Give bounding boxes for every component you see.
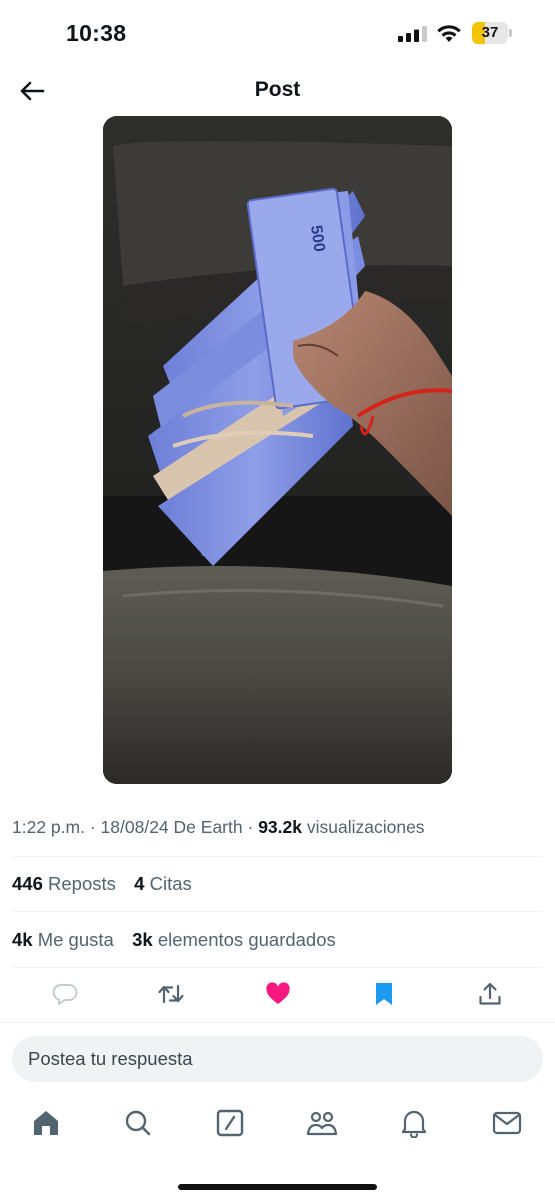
cellular-signal-icon — [398, 26, 427, 42]
tab-notifications[interactable] — [397, 1106, 431, 1140]
reply-placeholder: Postea tu respuesta — [28, 1048, 193, 1069]
meta-separator: · — [247, 817, 259, 837]
divider — [12, 911, 543, 912]
tab-search[interactable] — [121, 1106, 155, 1140]
battery-level: 37 — [481, 24, 499, 41]
post-image[interactable]: 500 — [103, 116, 452, 784]
bookmarks-stat[interactable]: 3k elementos guardados — [132, 929, 336, 950]
post-source: De Earth — [173, 817, 243, 837]
divider — [0, 1022, 555, 1023]
tab-grok[interactable] — [213, 1106, 247, 1140]
reply-input[interactable]: Postea tu respuesta — [12, 1036, 543, 1082]
tab-messages[interactable] — [490, 1106, 524, 1140]
battery-indicator: 37 — [472, 22, 512, 44]
divider — [12, 856, 543, 857]
reply-icon — [52, 984, 78, 1005]
post-photo: 500 — [103, 116, 452, 784]
reposts-stat[interactable]: 446 Reposts — [12, 873, 116, 894]
share-button[interactable] — [475, 980, 505, 1008]
status-bar: 10:38 37 — [0, 0, 555, 66]
heart-icon — [266, 982, 290, 1004]
views-count: 93.2k — [258, 817, 302, 837]
tab-communities[interactable] — [305, 1106, 339, 1140]
notifications-icon — [401, 1110, 427, 1138]
post-time: 1:22 p.m. — [12, 817, 85, 837]
bookmark-button[interactable] — [369, 980, 399, 1008]
likes-row: 4k Me gusta 3k elementos guardados — [12, 929, 336, 951]
reposts-label: Reposts — [48, 873, 116, 894]
wifi-icon — [437, 25, 461, 42]
post-actions — [0, 968, 555, 1020]
home-icon — [34, 1111, 58, 1135]
tab-home[interactable] — [29, 1106, 63, 1140]
communities-icon — [306, 1111, 338, 1136]
back-button[interactable] — [16, 76, 48, 106]
likes-stat[interactable]: 4k Me gusta — [12, 929, 114, 950]
post-date: 18/08/24 — [100, 817, 169, 837]
reply-button[interactable] — [50, 980, 80, 1008]
search-icon — [125, 1110, 151, 1136]
like-button[interactable] — [263, 980, 293, 1008]
views-label[interactable]: visualizaciones — [307, 817, 425, 837]
home-indicator[interactable] — [178, 1184, 377, 1190]
likes-label: Me gusta — [37, 929, 114, 950]
messages-icon — [492, 1111, 522, 1135]
repost-button[interactable] — [156, 980, 186, 1008]
reposts-count: 446 — [12, 873, 43, 894]
bottom-tab-bar — [0, 1094, 555, 1154]
page-title: Post — [254, 78, 301, 101]
share-icon — [479, 982, 501, 1005]
meta-separator: · — [89, 817, 101, 837]
repost-icon — [158, 984, 184, 1004]
grok-icon — [216, 1109, 244, 1137]
reposts-row: 446 Reposts 4 Citas — [12, 873, 192, 895]
bookmark-icon — [376, 983, 392, 1005]
quotes-label: Citas — [149, 873, 192, 894]
likes-count: 4k — [12, 929, 33, 950]
bookmarks-count: 3k — [132, 929, 153, 950]
post-header: Post — [0, 66, 555, 116]
quotes-stat[interactable]: 4 Citas — [134, 873, 192, 894]
post-meta: 1:22 p.m. · 18/08/24 De Earth · 93.2k vi… — [12, 817, 425, 838]
status-time: 10:38 — [66, 20, 127, 46]
quotes-count: 4 — [134, 873, 145, 894]
bookmarks-label: elementos guardados — [157, 929, 336, 950]
arrow-left-icon — [20, 81, 45, 101]
